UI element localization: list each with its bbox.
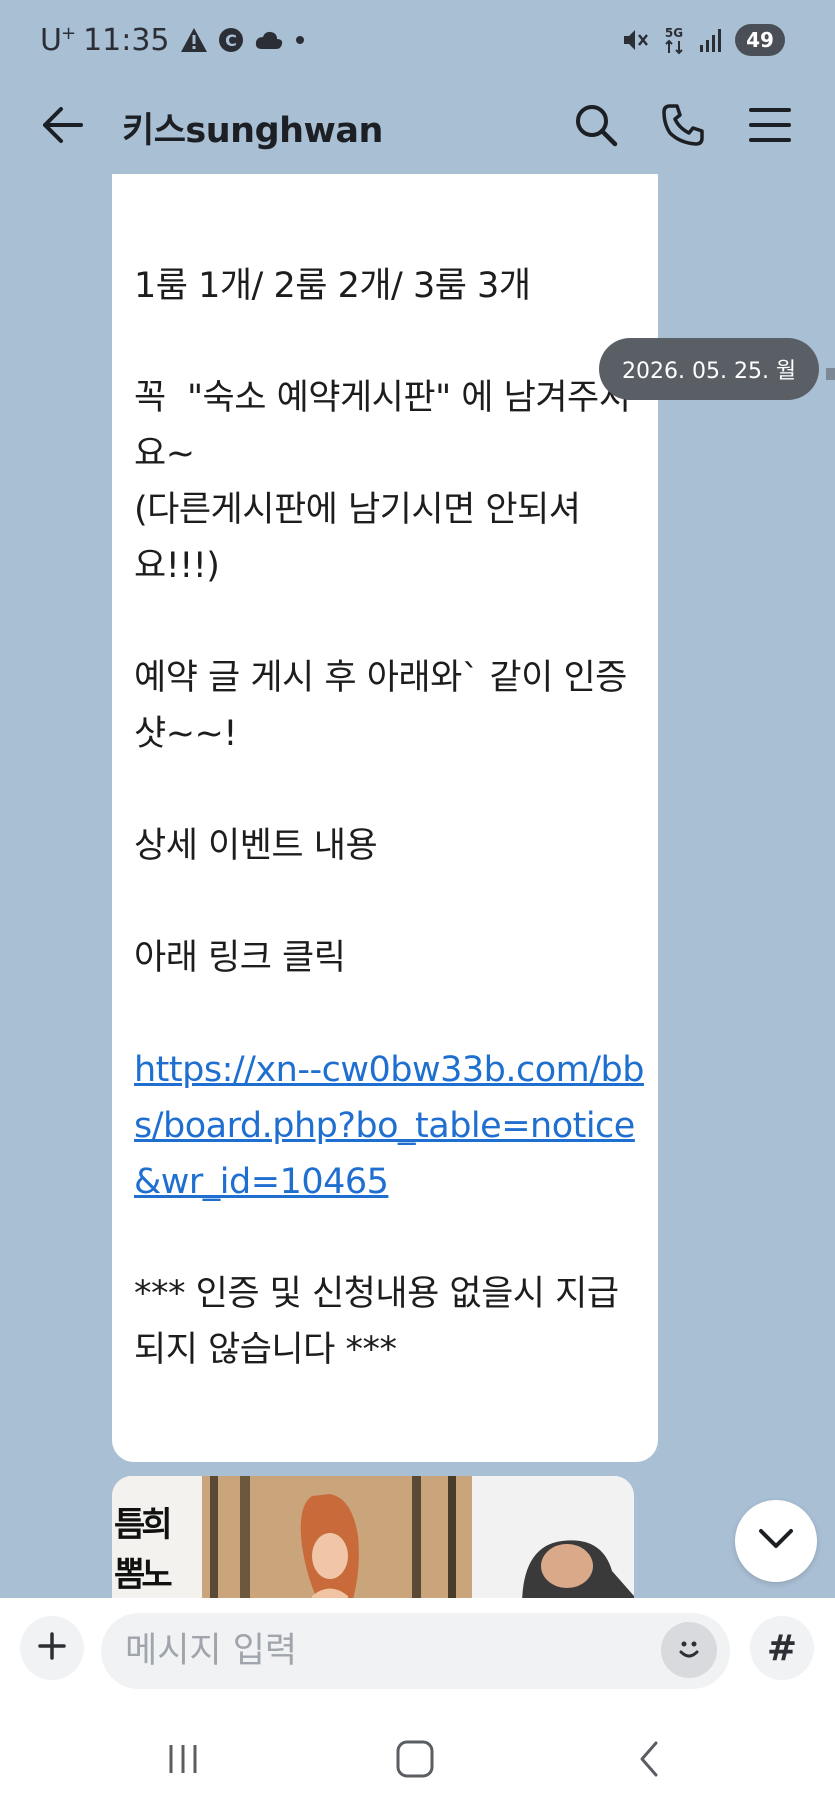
mute-icon — [621, 26, 649, 54]
phone-icon — [660, 102, 706, 152]
recent-apps-icon — [165, 1742, 201, 1780]
scroll-down-button[interactable] — [735, 1500, 817, 1582]
message-text: 1룸 1개/ 2룸 2개/ 3룸 3개 꼭 "숙소 예약게시판" 에 남겨주셔요… — [134, 258, 644, 1378]
input-bar: # — [0, 1598, 835, 1709]
message-input[interactable] — [101, 1613, 730, 1689]
svg-text:C: C — [225, 31, 237, 50]
message-bubble[interactable]: 1룸 1개/ 2룸 2개/ 3룸 3개 꼭 "숙소 예약게시판" 에 남겨주셔요… — [112, 174, 658, 1462]
chevron-down-icon — [757, 1527, 795, 1555]
status-time: 11:35 — [83, 22, 170, 58]
call-button[interactable] — [656, 100, 710, 154]
image-side-text-1: 희 — [141, 1505, 172, 1545]
menu-icon — [748, 106, 792, 148]
warning-icon — [180, 27, 208, 53]
image-left-text-1: 틈 — [114, 1505, 145, 1545]
chat-title: 키스sunghwan — [122, 111, 383, 151]
menu-button[interactable] — [743, 100, 797, 154]
image-side-text-2: 노 — [141, 1555, 172, 1595]
message-link[interactable]: https://xn--cw0bw33b.com/bbs/board.php?b… — [134, 1050, 644, 1202]
status-right: 5G 49 — [621, 18, 785, 62]
image-left-text-2: 뽐 — [114, 1555, 145, 1595]
image-message[interactable]: 희 노 틈 뽐 — [112, 1476, 634, 1598]
date-badge: 2026. 05. 25. 월 — [599, 338, 820, 400]
search-icon — [573, 102, 619, 152]
home-icon — [395, 1739, 435, 1783]
status-bar: U+ 11:35 C 5G 49 — [0, 0, 835, 78]
svg-text:5G: 5G — [665, 26, 683, 40]
battery-indicator: 49 — [735, 24, 785, 56]
nav-back-icon — [634, 1739, 664, 1783]
emoji-icon — [672, 1631, 706, 1669]
dot-icon — [294, 34, 306, 46]
message-footer: *** 인증 및 신청내용 없을시 지급되지 않습니다 *** — [134, 1274, 619, 1370]
emoji-button[interactable] — [661, 1622, 717, 1678]
home-button[interactable] — [380, 1733, 450, 1789]
chat-area[interactable]: 1룸 1개/ 2룸 2개/ 3룸 3개 꼭 "숙소 예약게시판" 에 남겨주셔요… — [0, 174, 835, 1598]
signal-icon — [699, 27, 723, 53]
search-button[interactable] — [569, 100, 623, 154]
recent-apps-button[interactable] — [148, 1733, 218, 1789]
status-left: U+ 11:35 C — [40, 18, 306, 62]
5g-icon: 5G — [661, 25, 687, 55]
system-nav-bar — [0, 1709, 835, 1809]
image-thumbnail: 희 노 틈 뽐 — [112, 1476, 634, 1598]
plus-icon — [37, 1631, 67, 1665]
cloud-icon — [254, 29, 284, 51]
attach-button[interactable] — [20, 1616, 84, 1680]
c-icon: C — [218, 27, 244, 53]
nav-back-button[interactable] — [614, 1733, 684, 1789]
message-body: 1룸 1개/ 2룸 2개/ 3룸 3개 꼭 "숙소 예약게시판" 에 남겨주셔요… — [134, 266, 631, 978]
hash-button[interactable]: # — [750, 1616, 814, 1680]
scroll-marker — [826, 368, 835, 380]
back-button[interactable] — [34, 100, 88, 154]
carrier-label: U+ — [40, 22, 76, 58]
back-arrow-icon — [39, 105, 83, 149]
chat-header: 키스sunghwan — [0, 78, 835, 174]
